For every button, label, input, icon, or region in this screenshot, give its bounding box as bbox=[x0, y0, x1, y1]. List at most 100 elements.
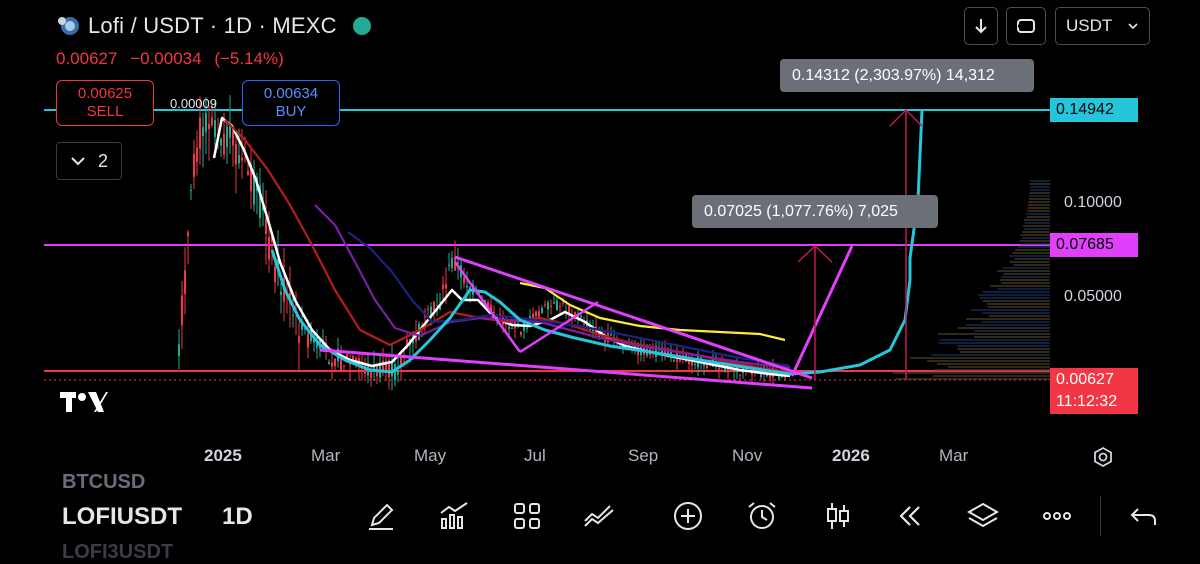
candle-body bbox=[784, 377, 786, 379]
volume-profile-bar bbox=[939, 339, 1050, 341]
price-scale-label: 0.05000 bbox=[1064, 288, 1122, 305]
indicators-icon[interactable] bbox=[437, 499, 471, 533]
bar-countdown: 11:12:32 bbox=[1056, 393, 1118, 410]
candle-body bbox=[229, 125, 231, 138]
volume-profile-bar bbox=[974, 336, 1050, 338]
buy-label: BUY bbox=[275, 103, 307, 120]
toolbar-divider bbox=[1100, 496, 1101, 536]
candle-body bbox=[232, 131, 234, 146]
candle-body bbox=[211, 117, 213, 126]
candle-body bbox=[493, 311, 495, 314]
sell-button[interactable]: 0.00625 SELL bbox=[56, 80, 154, 126]
price-change-percent: (−5.14%) bbox=[214, 49, 284, 68]
volume-profile-bar bbox=[997, 270, 1050, 272]
volume-profile-bar bbox=[1026, 216, 1050, 218]
candle-body bbox=[181, 295, 183, 326]
volume-profile-bar bbox=[957, 327, 1050, 329]
volume-profile-bar bbox=[1003, 267, 1050, 269]
symbol-header[interactable]: Lofi / USDT · 1D · MEXC bbox=[56, 12, 371, 40]
volume-profile-bar bbox=[1025, 213, 1050, 215]
volume-profile-bar bbox=[932, 375, 1050, 377]
candle-body bbox=[397, 370, 399, 375]
symbol-current[interactable]: LOFIUSDT bbox=[62, 503, 182, 531]
volume-profile-bar bbox=[892, 372, 1050, 374]
measure-label-small: 0.07025 (1,077.76%) 7,025 bbox=[692, 195, 938, 228]
candle-body bbox=[202, 127, 204, 137]
candle-body bbox=[463, 277, 465, 284]
last-price: 0.00627 bbox=[56, 49, 118, 68]
price-change: −0.00034 bbox=[130, 49, 202, 68]
volume-profile-bar bbox=[1027, 207, 1050, 209]
buy-price: 0.00634 bbox=[263, 85, 319, 102]
market-open-dot bbox=[352, 17, 371, 35]
candle-body bbox=[778, 376, 780, 379]
layout-grid-icon[interactable] bbox=[510, 499, 544, 533]
candle-body bbox=[673, 360, 675, 362]
candle-body bbox=[205, 112, 207, 132]
symbol-logo-icon bbox=[58, 17, 79, 35]
time-scale-label: Sep bbox=[628, 446, 659, 465]
candle-type-icon[interactable] bbox=[821, 499, 855, 533]
compare-icon[interactable] bbox=[582, 499, 616, 533]
volume-profile-bar bbox=[1003, 273, 1050, 275]
candle-body bbox=[343, 365, 345, 367]
candle-body bbox=[550, 305, 552, 307]
volume-profile-bar bbox=[895, 378, 1050, 380]
symbol-title: Lofi / USDT · 1D · MEXC bbox=[88, 13, 337, 38]
candle-body bbox=[718, 368, 720, 371]
volume-profile-bar bbox=[999, 279, 1050, 281]
timeframe-button[interactable]: 1D bbox=[222, 503, 253, 531]
volume-profile-bar bbox=[1012, 252, 1050, 254]
candle-body bbox=[451, 258, 453, 269]
candle-body bbox=[223, 133, 225, 155]
currency-select[interactable]: USDT bbox=[1055, 7, 1150, 45]
download-button[interactable] bbox=[964, 7, 998, 45]
autoscale-button[interactable] bbox=[1006, 7, 1046, 45]
spread-value: 0.00009 bbox=[170, 96, 217, 111]
volume-profile-bar bbox=[971, 309, 1050, 311]
time-scale-label: Mar bbox=[939, 446, 969, 465]
candlestick-series bbox=[178, 95, 786, 391]
buy-button[interactable]: 0.00634 BUY bbox=[242, 80, 340, 126]
moving-averages bbox=[212, 109, 924, 378]
candle-body bbox=[724, 367, 726, 373]
candle-body bbox=[214, 120, 216, 137]
candle-body bbox=[238, 155, 240, 164]
tradingview-logo-icon bbox=[60, 392, 108, 412]
candle-body bbox=[196, 147, 198, 162]
volume-profile-bar bbox=[1024, 228, 1050, 230]
volume-profile-bar bbox=[989, 285, 1050, 287]
sell-label: SELL bbox=[86, 103, 124, 120]
volume-profile-bar bbox=[1029, 192, 1050, 194]
repeat-icon bbox=[1017, 19, 1035, 33]
indicators-count: 2 bbox=[97, 150, 108, 171]
candle-body bbox=[442, 284, 444, 290]
volume-profile-bar bbox=[934, 369, 1050, 371]
time-scale-label: May bbox=[414, 446, 447, 465]
volume-profile-bar bbox=[982, 312, 1050, 314]
drawing-pen-icon[interactable] bbox=[364, 499, 398, 533]
replay-icon[interactable] bbox=[892, 499, 926, 533]
current-price-value: 0.00627 bbox=[1056, 371, 1114, 388]
add-icon[interactable] bbox=[671, 499, 705, 533]
candle-body bbox=[562, 302, 564, 304]
candle-body bbox=[187, 232, 189, 237]
volume-profile-bar bbox=[997, 288, 1050, 290]
candle-body bbox=[265, 218, 267, 235]
symbol-next[interactable]: LOFI3USDT bbox=[62, 541, 173, 564]
symbol-prev[interactable]: BTCUSD bbox=[62, 471, 145, 494]
chart-settings-icon[interactable] bbox=[1092, 446, 1114, 468]
layers-icon[interactable] bbox=[966, 499, 1000, 533]
candle-body bbox=[280, 291, 282, 295]
volume-profile-bar bbox=[1020, 243, 1050, 245]
indicators-toggle[interactable]: 2 bbox=[56, 142, 122, 180]
candle-body bbox=[391, 361, 393, 377]
volume-profile-bar bbox=[1030, 180, 1050, 182]
time-scale-label: 2026 bbox=[832, 446, 870, 465]
volume-profile-bar bbox=[1024, 222, 1050, 224]
more-icon[interactable] bbox=[1040, 499, 1074, 533]
candle-body bbox=[703, 364, 705, 366]
back-icon[interactable] bbox=[1127, 499, 1161, 533]
volume-profile-bar bbox=[1027, 204, 1050, 206]
alert-clock-icon[interactable] bbox=[745, 499, 779, 533]
